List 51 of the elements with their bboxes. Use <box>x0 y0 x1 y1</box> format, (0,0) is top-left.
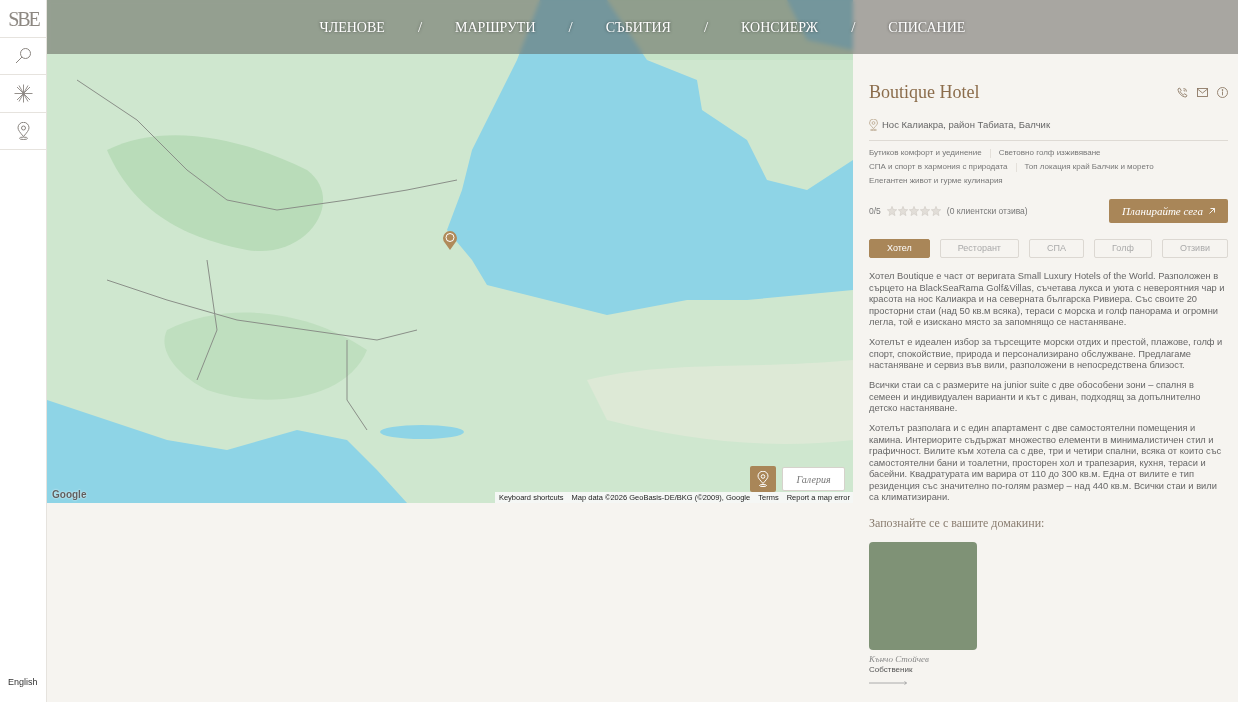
tab[interactable]: Голф <box>1094 239 1152 259</box>
plan-now-button[interactable]: Планирайте сега <box>1109 199 1228 224</box>
mail-icon[interactable] <box>1197 87 1208 97</box>
hotel-title: Boutique Hotel <box>869 81 980 103</box>
google-logo: Google <box>52 488 87 502</box>
host-role: Собственик <box>869 664 914 675</box>
feature-text: Световно голф изживяване <box>998 147 1101 160</box>
nav-separator: / <box>703 17 709 37</box>
tab[interactable]: Хотел <box>869 239 930 259</box>
nav-link[interactable]: ЧЛЕНОВЕ <box>319 16 385 38</box>
review-count: (0 клиентски отзива) <box>946 204 1028 218</box>
hotel-address: Нос Калиакра, район Табиата, Балчик <box>882 118 1051 132</box>
location-pin-icon <box>757 471 769 487</box>
gallery-button[interactable]: Галерия <box>782 467 845 491</box>
star-icon <box>919 206 930 217</box>
star-icon <box>908 206 919 217</box>
tab[interactable]: Отзиви <box>1161 239 1228 259</box>
description-paragraph: Всички стаи са с размерите на junior suite с две обособени зони – спалня в семеен и индивидуален варианти и кът с диван, подходящ за допълнително детско настаняване. <box>869 380 1202 415</box>
rating-score: 0/5 <box>869 204 881 218</box>
feature-text: Топ локация край Балчик и морето <box>1024 161 1154 174</box>
nav-separator: / <box>851 17 856 37</box>
logo[interactable]: SBE <box>0 0 47 37</box>
feature-text: Елегантен живот и гурме кулинария <box>869 175 1003 188</box>
star-icon <box>930 206 941 217</box>
description-paragraph: Хотелът разполага и с един апартамент с две самостоятелни помещения и камина. Интериорите съдържат множество елементи в минималистичен стил и графичност. Вилите към хотела са с две, три и четири спални, всяка от които със самостоятелни бани и тоалетни, просторен хол и трапезария, кухня, тераси и басейни. Квадратурата им варира от 110 до 300 кв.м. Една от вилите е тип резиденция със значително по-голям размер – над 440 кв.м. Всички стаи и вили са климатизирани. <box>869 423 1223 504</box>
sparkle-icon[interactable] <box>13 83 33 103</box>
nav-separator: / <box>568 17 573 37</box>
star-icon <box>897 206 908 217</box>
feature-text: СПА и спорт в хармония с природата <box>869 161 1008 174</box>
nav-link[interactable]: СЪБИТИЯ <box>605 16 671 38</box>
nav-separator: / <box>417 17 423 37</box>
map-marker-icon[interactable] <box>442 230 458 250</box>
location-pin-icon <box>869 119 878 132</box>
host-name: Кънчо Стойчев <box>869 653 930 665</box>
tab[interactable]: Ресторант <box>939 239 1019 259</box>
nav-link[interactable]: МАРШРУТИ <box>455 16 536 38</box>
nav-link[interactable]: КОНСИЕРЖ <box>741 16 819 38</box>
star-icon <box>886 206 897 217</box>
feature-text: Бутиков комфорт и уединение <box>869 147 982 160</box>
description-paragraph: Хотел Boutique е част от веригата Small Luxury Hotels of the World. Разположен в сърцето на BlackSeaRama Golf&Villas, съчетава лукса и уюта с невероятния чар и красота на нос Калиакра и на северната българска Ривиера. Със своите 20 просторни стаи (над 50 кв.м всяка), тераси с морска и голф панорама и огромни легла, той е изискано място за запомнящо се настаняване. <box>869 271 1226 329</box>
search-icon[interactable] <box>14 47 32 65</box>
info-icon[interactable] <box>1217 86 1228 98</box>
map-pin-button[interactable] <box>750 466 776 492</box>
hosts-heading: Запознайте се с вашите домакини: <box>869 515 1046 530</box>
tab[interactable]: СПА <box>1029 239 1085 259</box>
description-paragraph: Хотелът е идеален избор за търсещите морски отдих и престой, плажове, голф и спорт, спокойствие, природа и персонализирано обслужване. Предлагаме настаняване и сервиз във вили, разположени в непосредствена близост. <box>869 337 1224 372</box>
location-pin-icon[interactable] <box>16 121 30 140</box>
language-link[interactable]: English <box>8 675 46 689</box>
phone-icon[interactable] <box>1177 86 1188 98</box>
arrow-icon <box>1208 208 1215 215</box>
nav-link[interactable]: СПИСАНИЕ <box>888 16 966 38</box>
